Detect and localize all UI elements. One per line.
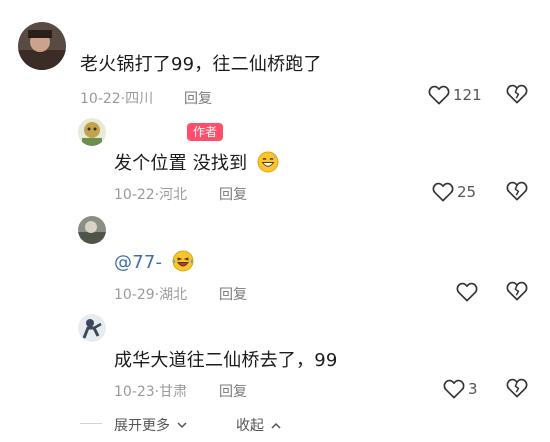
heart-outline-icon — [443, 379, 465, 399]
dislike-button[interactable] — [506, 84, 530, 108]
expand-more-button[interactable]: 展开更多 — [114, 415, 187, 435]
dislike-button[interactable] — [506, 181, 530, 205]
like-count: 121 — [453, 86, 482, 104]
like-count: 3 — [468, 380, 478, 398]
avatar[interactable] — [78, 216, 106, 244]
comment-date-location: 10-23·甘肃 — [114, 384, 188, 400]
broken-heart-icon — [506, 281, 530, 301]
expand-replies-divider — [80, 423, 102, 424]
like-button[interactable] — [456, 281, 480, 305]
reply-button[interactable]: 回复 — [219, 284, 247, 304]
comment-text: 成华大道往二仙桥去了，99 — [114, 350, 338, 371]
comment-text: 发个位置 没找到 — [114, 149, 279, 175]
comment-text: 老火锅打了99，往二仙桥跑了 — [80, 54, 322, 75]
heart-outline-icon — [428, 85, 450, 105]
like-count: 25 — [457, 183, 477, 201]
broken-heart-icon — [506, 181, 530, 201]
avatar[interactable] — [78, 118, 106, 146]
chevron-down-icon — [177, 422, 187, 429]
like-button[interactable]: 121 — [428, 84, 488, 108]
broken-heart-icon — [506, 84, 530, 104]
dislike-button[interactable] — [506, 378, 530, 402]
heart-outline-icon — [456, 282, 478, 302]
expand-more-label: 展开更多 — [114, 418, 170, 434]
avatar[interactable] — [18, 22, 66, 70]
reply-button[interactable]: 回复 — [184, 88, 212, 108]
chevron-up-icon — [271, 422, 281, 429]
broken-heart-icon — [506, 378, 530, 398]
heart-outline-icon — [432, 182, 454, 202]
comment-date-location: 10-22·四川 — [80, 91, 154, 107]
author-badge: 作者 — [187, 123, 224, 141]
dislike-button[interactable] — [506, 281, 530, 305]
laughing-tears-emoji-icon — [172, 250, 194, 272]
comment-text-body: 发个位置 没找到 — [114, 153, 248, 174]
user-mention-link[interactable]: @77- — [114, 252, 162, 273]
comment-date-location: 10-22·河北 — [114, 187, 188, 203]
reply-button[interactable]: 回复 — [219, 184, 247, 204]
like-button[interactable]: 3 — [443, 378, 493, 402]
grinning-sweat-emoji-icon — [257, 151, 279, 173]
avatar[interactable] — [78, 314, 106, 342]
collapse-button[interactable]: 收起 — [236, 415, 281, 435]
reply-button[interactable]: 回复 — [219, 381, 247, 401]
comment-text: @77- — [114, 250, 194, 273]
comment-date-location: 10-29·湖北 — [114, 287, 188, 303]
like-button[interactable]: 25 — [432, 181, 492, 205]
collapse-label: 收起 — [236, 418, 264, 434]
